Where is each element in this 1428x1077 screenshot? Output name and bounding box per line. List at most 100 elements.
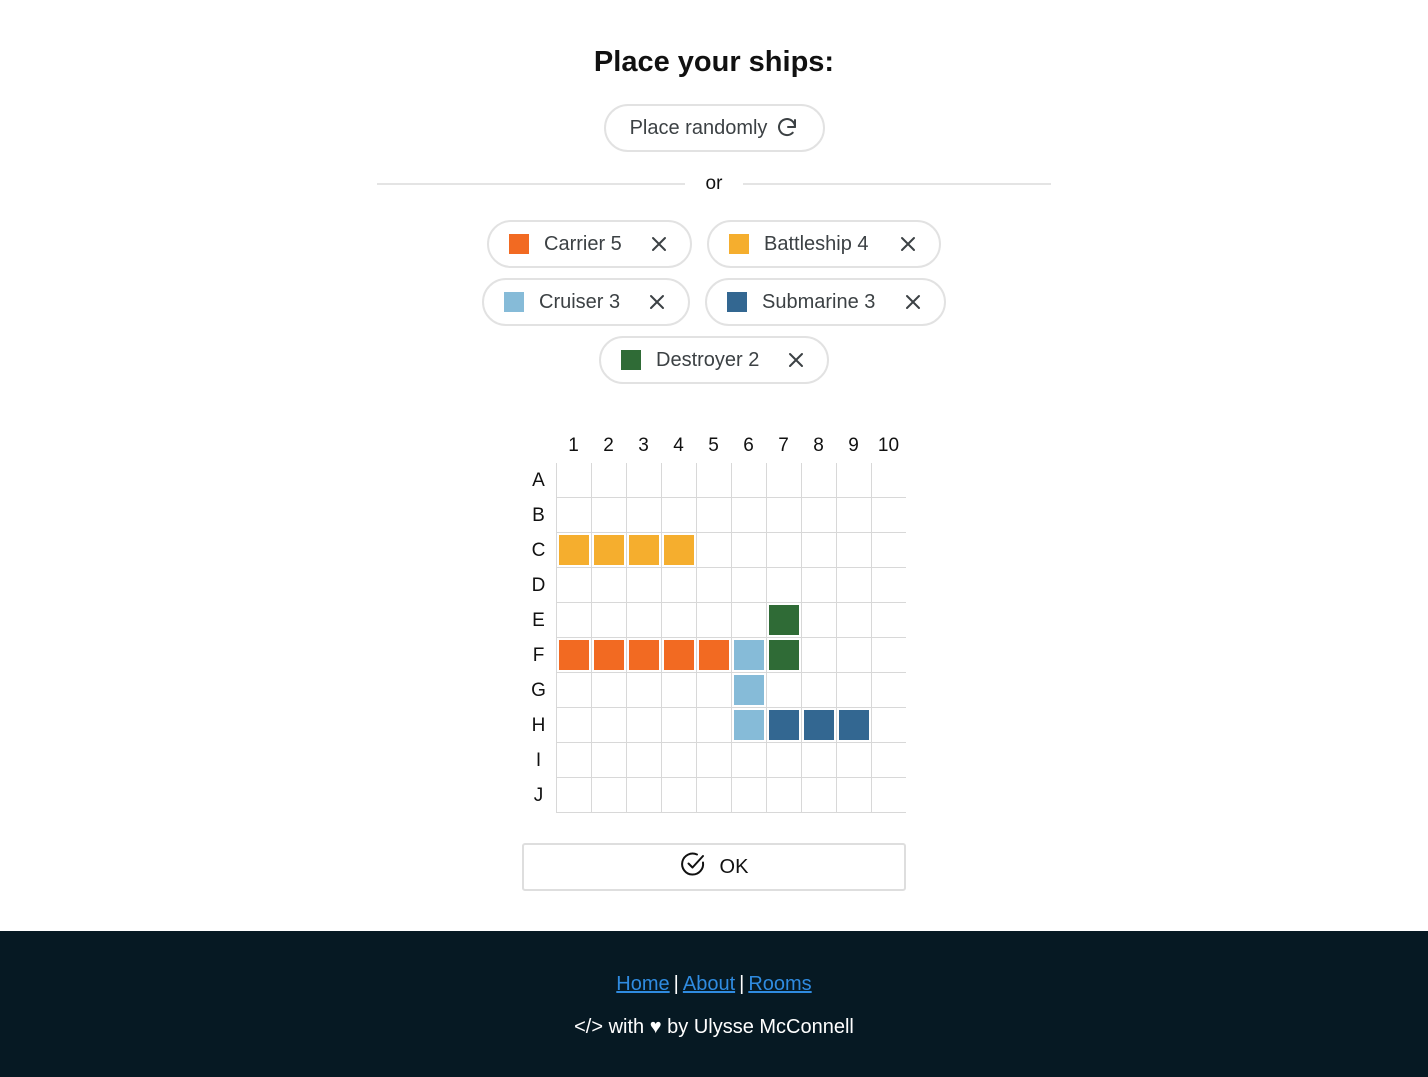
board-cell-f6[interactable]	[731, 638, 766, 673]
board-cell-b7[interactable]	[766, 498, 801, 533]
board-cell-f2[interactable]	[591, 638, 626, 673]
board-cell-f3[interactable]	[626, 638, 661, 673]
board-cell-g3[interactable]	[626, 673, 661, 708]
ship-segment-battleship[interactable]	[594, 535, 624, 565]
board-cell-f4[interactable]	[661, 638, 696, 673]
board-cell-h7[interactable]	[766, 708, 801, 743]
board-cell-a10[interactable]	[871, 463, 906, 498]
board-cell-i9[interactable]	[836, 743, 871, 778]
ship-segment-submarine[interactable]	[804, 710, 834, 740]
ship-segment-battleship[interactable]	[629, 535, 659, 565]
board-cell-g4[interactable]	[661, 673, 696, 708]
board-cell-c7[interactable]	[766, 533, 801, 568]
board-cell-d5[interactable]	[696, 568, 731, 603]
board-cell-f1[interactable]	[556, 638, 591, 673]
board-cell-f9[interactable]	[836, 638, 871, 673]
board-cell-j10[interactable]	[871, 778, 906, 813]
board-cell-f8[interactable]	[801, 638, 836, 673]
board-cell-i2[interactable]	[591, 743, 626, 778]
ship-segment-carrier[interactable]	[594, 640, 624, 670]
board-cell-b9[interactable]	[836, 498, 871, 533]
board-cell-b4[interactable]	[661, 498, 696, 533]
board-cell-d1[interactable]	[556, 568, 591, 603]
board-cell-j2[interactable]	[591, 778, 626, 813]
board-cell-g5[interactable]	[696, 673, 731, 708]
ship-chip-carrier[interactable]: Carrier 5	[487, 220, 692, 268]
board-cell-g1[interactable]	[556, 673, 591, 708]
board-cell-i8[interactable]	[801, 743, 836, 778]
ship-chip-battleship[interactable]: Battleship 4	[707, 220, 941, 268]
board-cell-b8[interactable]	[801, 498, 836, 533]
board-cell-d3[interactable]	[626, 568, 661, 603]
board-cell-g2[interactable]	[591, 673, 626, 708]
board-cell-i7[interactable]	[766, 743, 801, 778]
board-cell-c2[interactable]	[591, 533, 626, 568]
footer-link-rooms[interactable]: Rooms	[748, 973, 811, 995]
board-cell-i6[interactable]	[731, 743, 766, 778]
board-cell-g6[interactable]	[731, 673, 766, 708]
board-cell-g8[interactable]	[801, 673, 836, 708]
board-cell-g7[interactable]	[766, 673, 801, 708]
board-cell-c3[interactable]	[626, 533, 661, 568]
board-cell-j7[interactable]	[766, 778, 801, 813]
board-cell-e9[interactable]	[836, 603, 871, 638]
board-cell-i10[interactable]	[871, 743, 906, 778]
ship-segment-battleship[interactable]	[559, 535, 589, 565]
board-cell-b3[interactable]	[626, 498, 661, 533]
ship-segment-destroyer[interactable]	[769, 640, 799, 670]
ship-segment-carrier[interactable]	[559, 640, 589, 670]
board-cell-b2[interactable]	[591, 498, 626, 533]
ship-chip-cruiser[interactable]: Cruiser 3	[482, 278, 690, 326]
close-icon[interactable]	[902, 291, 924, 313]
board-cell-h10[interactable]	[871, 708, 906, 743]
board-cell-f5[interactable]	[696, 638, 731, 673]
board-cell-h5[interactable]	[696, 708, 731, 743]
board-cell-e8[interactable]	[801, 603, 836, 638]
board-cell-e4[interactable]	[661, 603, 696, 638]
ship-chip-submarine[interactable]: Submarine 3	[705, 278, 946, 326]
board-cell-d10[interactable]	[871, 568, 906, 603]
board-cell-d2[interactable]	[591, 568, 626, 603]
board-cell-b10[interactable]	[871, 498, 906, 533]
board-cell-f10[interactable]	[871, 638, 906, 673]
board-cell-h8[interactable]	[801, 708, 836, 743]
board-cell-d4[interactable]	[661, 568, 696, 603]
ok-button[interactable]: OK	[522, 843, 906, 891]
board-cell-b5[interactable]	[696, 498, 731, 533]
board-cell-j9[interactable]	[836, 778, 871, 813]
board-cell-a7[interactable]	[766, 463, 801, 498]
board-cell-a4[interactable]	[661, 463, 696, 498]
board-cell-a2[interactable]	[591, 463, 626, 498]
board-cell-e2[interactable]	[591, 603, 626, 638]
board-cell-a1[interactable]	[556, 463, 591, 498]
board-cell-e1[interactable]	[556, 603, 591, 638]
board-cell-j6[interactable]	[731, 778, 766, 813]
ship-segment-cruiser[interactable]	[734, 675, 764, 705]
ship-segment-battleship[interactable]	[664, 535, 694, 565]
ship-segment-carrier[interactable]	[664, 640, 694, 670]
footer-link-home[interactable]: Home	[616, 973, 669, 995]
footer-link-about[interactable]: About	[683, 973, 735, 995]
close-icon[interactable]	[646, 291, 668, 313]
board-cell-a5[interactable]	[696, 463, 731, 498]
ship-segment-carrier[interactable]	[699, 640, 729, 670]
board-cell-d9[interactable]	[836, 568, 871, 603]
close-icon[interactable]	[785, 349, 807, 371]
board-cell-f7[interactable]	[766, 638, 801, 673]
board-cell-i4[interactable]	[661, 743, 696, 778]
board-cell-c8[interactable]	[801, 533, 836, 568]
board-cell-c6[interactable]	[731, 533, 766, 568]
board-cell-b1[interactable]	[556, 498, 591, 533]
board-cell-j1[interactable]	[556, 778, 591, 813]
board-cell-a6[interactable]	[731, 463, 766, 498]
ship-segment-carrier[interactable]	[629, 640, 659, 670]
ship-segment-submarine[interactable]	[769, 710, 799, 740]
board-cell-j3[interactable]	[626, 778, 661, 813]
board-cell-c1[interactable]	[556, 533, 591, 568]
board-cell-h3[interactable]	[626, 708, 661, 743]
board-cell-i3[interactable]	[626, 743, 661, 778]
ship-segment-cruiser[interactable]	[734, 710, 764, 740]
board-cell-h4[interactable]	[661, 708, 696, 743]
board-cell-a8[interactable]	[801, 463, 836, 498]
board-cell-c10[interactable]	[871, 533, 906, 568]
